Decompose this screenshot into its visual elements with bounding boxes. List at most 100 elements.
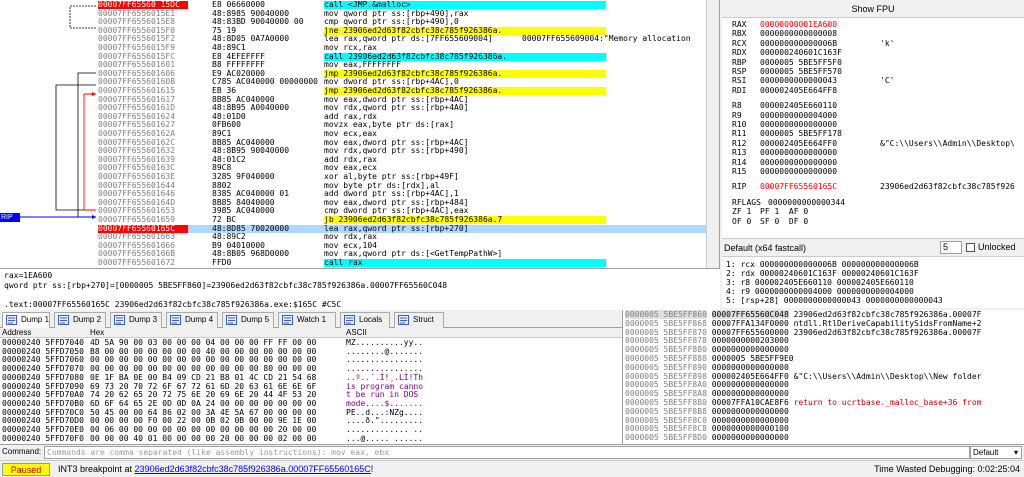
disasm-row[interactable]: 00007FF6556015F9 48:89C1 mov rcx,rax [98, 43, 706, 52]
register-value: 0000000000000000 [760, 148, 838, 158]
register-value: 0000005 5BE5FF570 [760, 67, 842, 76]
tab-dump-4[interactable]: Dump 4 [166, 312, 218, 328]
register-row[interactable]: R15 0000000000000000 [732, 167, 880, 176]
register-row[interactable]: R10 0000000000000000 [732, 120, 880, 129]
stack-value: 0000000000000000 [711, 380, 789, 390]
register-row[interactable]: RDX 000000240601C163F [732, 48, 880, 57]
disasm-row[interactable]: 00007FF655601659 72 BC jb 23906ed2d63f82cb… [98, 215, 706, 225]
dump-ascii: ...@..... ...... [346, 433, 424, 443]
tab-watch-1[interactable]: Watch 1 [278, 312, 336, 328]
argument-row[interactable]: 2: rdx 00000240601C163F 00000240601C163F [726, 269, 919, 278]
dump-icon [114, 315, 125, 325]
disasm-row[interactable]: 00007FF6556015FC E8 4EFEFFFF call 23906ed2… [98, 52, 706, 61]
registers-pane[interactable]: Show FPU RAX 00000000001EA600 RBX 000000000… [722, 0, 1024, 238]
register-name: R14 [732, 157, 747, 167]
disassembly-pane[interactable]: RIP 00007FF65560 15DC E8 06660000 call <JM… [0, 0, 720, 268]
stack-value: 0000000000000000 [711, 389, 789, 399]
disasm-row[interactable]: 00007FF655601632 48:8B95 90040000 mov rdx,… [98, 147, 706, 155]
register-row[interactable]: R11 0000005 5BE5FF178 [732, 129, 880, 138]
disasm-comment: 00007FF655609004:"Memory allocation [522, 34, 691, 44]
stack-address: 0000005 5BE5FF898 [625, 371, 707, 381]
info-line: rax=1EA600 [4, 271, 53, 280]
disasm-row[interactable]: 00007FF65560163E 3285 9F040000 xor al,byte… [98, 172, 706, 181]
dump-row[interactable]: 00000240 5FFD70F0 00 00 00 40 01 00 00 00… [0, 433, 622, 444]
register-row[interactable]: RIP 00007FF65560165C 23906ed2d63f82cbfc38c… [732, 182, 1015, 191]
register-row[interactable]: RFLAGS 0000000000000344 [732, 198, 880, 207]
status-breakpoint-link[interactable]: 23906ed2d63f82cbfc38c785f926386a.00007FF… [135, 464, 371, 474]
status-message: INT3 breakpoint at 23906ed2d63f82cbfc38c… [58, 464, 373, 475]
register-value: 00007FF65560165C [760, 182, 838, 192]
tab-dump-5[interactable]: Dump 5 [222, 312, 274, 328]
disasm-row[interactable]: 00007FF655601615 EB 36 jmp 23906ed2d63f82c… [98, 86, 706, 96]
stack-value: 00007FFA134F0000 [711, 318, 789, 328]
disasm-row[interactable]: 00007FF65560 15DC E8 06660000 call <JMP.&m… [98, 0, 706, 10]
register-row[interactable]: RBX 0000000000000008 [732, 29, 880, 38]
register-row[interactable]: ZF 1 PF 1 AF 0 [732, 207, 880, 216]
register-value: 0000000000000043 [760, 76, 838, 86]
register-row[interactable]: RBP 0000005 5BE5FF5F0 [732, 58, 880, 67]
command-input[interactable]: Commands are comma separated (like assem… [44, 446, 970, 459]
stack-row[interactable]: 0000005 5BE5FF8D0 0000000000000000 [625, 433, 1023, 443]
disasm-row[interactable]: 00007FF655601663 48:89C2 mov rdx,rax [98, 233, 706, 241]
disasm-row[interactable]: 00007FF65560161D 48:8B95 A0040000 mov rdx,… [98, 104, 706, 112]
register-row[interactable]: RSI 0000000000000043 'C' [732, 76, 894, 85]
register-row[interactable]: R9 0000000000004000 [732, 111, 880, 120]
arguments-pane[interactable]: 1: rcx 000000000000006B 000000000000006B… [722, 256, 1024, 308]
watch-icon [282, 315, 293, 325]
register-row[interactable]: OF 0 SF 0 DF 0 [732, 217, 880, 226]
register-row[interactable]: RCX 000000000000006B 'k' [732, 39, 894, 48]
call-convention-label: Default (x64 fastcall) [724, 243, 807, 253]
disasm-row[interactable]: 00007FF6556015F2 48:8D05 0A7A0000 lea rax,… [98, 35, 706, 43]
register-value: 0000005 5BE5FF5F0 [760, 57, 842, 67]
register-row[interactable]: RAX 00000000001EA600 [732, 20, 880, 29]
stack-pane[interactable]: 0000005 5BE5FF860 00007FF65560C048 23906… [622, 310, 1024, 444]
disasm-instruction: call <JMP.&malloc> [324, 0, 606, 10]
disasm-row[interactable]: 00007FF65560166B 48:8B05 968D0000 mov rax,… [98, 250, 706, 258]
disasm-row[interactable]: 00007FF65560162A 89C1 mov ecx,eax [98, 129, 706, 138]
register-row[interactable]: RSP 0000005 5BE5FF570 [732, 67, 880, 76]
disasm-row[interactable]: 00007FF65560165C 48:8D85 70020000 lea rax,… [98, 224, 706, 233]
dump-pane[interactable]: Address Hex ASCII 00000240 5FFD7040 4D 5A… [0, 328, 622, 444]
disasm-instruction: xor al,byte ptr ss:[rbp+49F] [324, 172, 459, 181]
tab-label: Dump 3 [129, 315, 158, 324]
register-value: 000002405E660110 [760, 101, 838, 111]
register-row[interactable]: R8 000002405E660110 [732, 101, 880, 110]
tab-locals[interactable]: Locals [340, 312, 390, 328]
argument-row[interactable]: 3: r8 000002405E660110 000002405E660110 [726, 278, 914, 287]
argument-row[interactable]: 1: rcx 000000000000006B 000000000000006B [726, 260, 919, 269]
tab-struct[interactable]: Struct [394, 312, 444, 328]
dump-col-ascii: ASCII [346, 328, 367, 337]
stack-value: 0000000000000000 [711, 345, 789, 355]
paused-badge: Paused [2, 463, 50, 476]
disassembly-scrollbar[interactable] [706, 0, 719, 268]
argument-row[interactable]: 5: [rsp+28] 0000000000000043 00000000000… [726, 296, 943, 305]
arg-count-value: 5 [943, 242, 949, 252]
disasm-instruction: jb 23906ed2d63f82cbfc38c785f926386a.7 [324, 215, 606, 225]
arg-count-spinner[interactable]: 5 [940, 241, 962, 254]
tab-dump-3[interactable]: Dump 3 [110, 312, 162, 328]
disasm-row[interactable]: 00007FF655601627 0FB600 movzx eax,byte ptr… [98, 121, 706, 129]
register-comment: &"C:\\Users\\Admin\\Desktop\ [880, 138, 1015, 148]
register-value: 0000000000000008 [760, 29, 838, 39]
command-label: Command: [2, 447, 42, 456]
disasm-row[interactable]: 00007FF655601639 48:01C2 add rdx,rax [98, 155, 706, 164]
register-row[interactable]: RDI 000002405E664FF8 [732, 86, 880, 95]
register-row[interactable]: R12 000002405E664FF0 &"C:\\Users\\Admin\\D… [732, 139, 1015, 148]
command-mode-dropdown[interactable]: Default ▾ [970, 446, 1022, 459]
argument-row[interactable]: 4: r9 0000000000004000 0000000000004000 [726, 287, 914, 296]
unlocked-checkbox[interactable] [966, 243, 975, 252]
stack-address: 0000005 5BE5FF860 [625, 310, 707, 319]
register-name: ZF 1 [732, 207, 752, 217]
disasm-instruction: mov ecx,eax [324, 129, 377, 138]
stack-address: 0000005 5BE5FF8B0 [625, 398, 707, 407]
register-row[interactable]: R13 0000000000000000 [732, 148, 880, 157]
tab-dump-1[interactable]: Dump 1 [2, 312, 50, 328]
dump-hex: 00 00 00 40 01 00 00 00 00 20 00 00 00 0… [90, 433, 317, 443]
disasm-address: 00007FF655601615 [98, 86, 176, 95]
stack-address: 0000005 5BE5FF870 [625, 327, 707, 337]
register-row[interactable]: R14 0000000000000000 [732, 158, 880, 167]
disasm-row[interactable]: 00007FF655601672 FFD0 call rax [98, 258, 706, 268]
show-fpu-button[interactable]: Show FPU [722, 0, 1024, 18]
register-name: R11 [732, 129, 747, 139]
tab-dump-2[interactable]: Dump 2 [54, 312, 106, 328]
